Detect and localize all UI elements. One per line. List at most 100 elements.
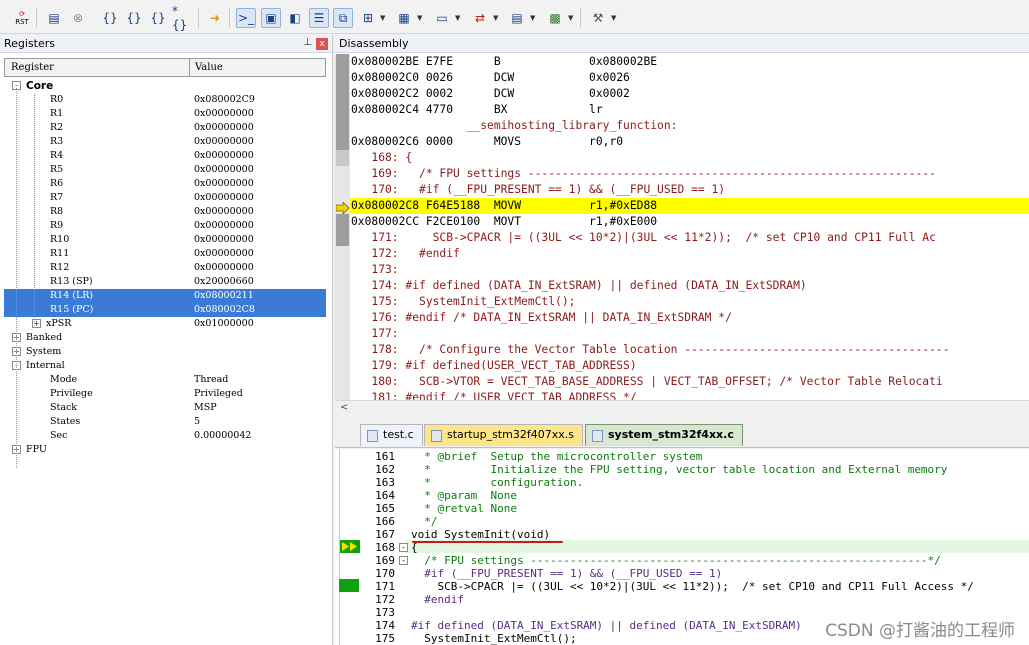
disassembly-source-line[interactable]: 174: #if defined (DATA_IN_ExtSRAM) || de… bbox=[351, 278, 1029, 294]
chevron-down-icon[interactable]: ▼ bbox=[568, 14, 573, 22]
register-value[interactable]: 0x00000000 bbox=[194, 248, 254, 259]
disassembly-instruction-line[interactable]: 0x080002C8 F64E5188 MOVW r1,#0xED88 bbox=[350, 198, 1029, 214]
memory-window-button[interactable]: ▦ bbox=[394, 8, 414, 28]
tree-group-core[interactable]: - Core bbox=[4, 79, 326, 93]
disassembly-instruction-line[interactable]: 0x080002CC F2CE0100 MOVT r1,#0xE000 bbox=[351, 214, 1029, 230]
code-line[interactable]: 166 */ bbox=[335, 515, 1029, 528]
register-value[interactable]: 5 bbox=[194, 416, 200, 427]
stop-button[interactable]: ⊗ bbox=[68, 8, 88, 28]
symbols-window-button[interactable]: ◧ bbox=[285, 8, 305, 28]
chevron-down-icon[interactable]: ▼ bbox=[493, 14, 498, 22]
code-line[interactable]: 161 * @brief Setup the microcontroller s… bbox=[335, 450, 1029, 463]
register-row[interactable]: R10 0x00000000 bbox=[4, 233, 326, 247]
register-value[interactable]: 0x08000211 bbox=[194, 290, 254, 301]
register-value[interactable]: 0x00000000 bbox=[194, 192, 254, 203]
disassembly-source-line[interactable]: 172: #endif bbox=[351, 246, 1029, 262]
disassembly-source-line[interactable]: 181: #endif /* USER_VECT_TAB_ADDRESS */ bbox=[351, 390, 1029, 400]
analysis-window-button[interactable]: ⇄ bbox=[470, 8, 490, 28]
disassembly-source-line[interactable]: 176: #endif /* DATA_IN_ExtSRAM || DATA_I… bbox=[351, 310, 1029, 326]
step-out-button[interactable]: {} bbox=[148, 8, 168, 28]
source-editor[interactable]: 161 * @brief Setup the microcontroller s… bbox=[335, 449, 1029, 645]
disassembly-instruction-line[interactable]: 0x080002C2 0002 DCW 0x0002 bbox=[351, 86, 1029, 102]
code-line[interactable]: 169- /* FPU settings -------------------… bbox=[335, 554, 1029, 567]
tab-test-c[interactable]: test.c bbox=[360, 424, 423, 446]
register-row[interactable]: R8 0x00000000 bbox=[4, 205, 326, 219]
call-stack-window-button[interactable]: ⧉ bbox=[333, 8, 353, 28]
registers-window-button[interactable]: ☰ bbox=[309, 8, 329, 28]
code-line[interactable]: 165 * @retval None bbox=[335, 502, 1029, 515]
command-window-button[interactable]: >_ bbox=[236, 8, 256, 28]
disassembly-source-line[interactable]: 173: bbox=[351, 262, 1029, 278]
register-row[interactable]: R2 0x00000000 bbox=[4, 121, 326, 135]
disassembly-source-line[interactable]: __semihosting_library_function: bbox=[351, 118, 1029, 134]
tab-system-stm32f4xx-c[interactable]: system_stm32f4xx.c bbox=[585, 424, 743, 446]
register-row[interactable]: States 5 bbox=[4, 415, 326, 429]
chevron-down-icon[interactable]: ▼ bbox=[417, 14, 422, 22]
chevron-down-icon[interactable]: ▼ bbox=[455, 14, 460, 22]
register-value[interactable]: 0x080002C9 bbox=[194, 94, 255, 105]
disassembly-source-line[interactable]: 177: bbox=[351, 326, 1029, 342]
register-row[interactable]: Mode Thread bbox=[4, 373, 326, 387]
register-value[interactable]: 0x00000000 bbox=[194, 136, 254, 147]
register-row[interactable]: R14 (LR) 0x08000211 bbox=[4, 289, 326, 303]
code-line[interactable]: 170 #if (__FPU_PRESENT == 1) && (__FPU_U… bbox=[335, 567, 1029, 580]
code-line[interactable]: 167 void SystemInit(void) bbox=[335, 528, 1029, 541]
disassembly-instruction-line[interactable]: 0x080002C0 0026 DCW 0x0026 bbox=[351, 70, 1029, 86]
serial-window-button[interactable]: ▭ bbox=[432, 8, 452, 28]
register-value[interactable]: Thread bbox=[194, 374, 228, 385]
disassembly-instruction-line[interactable]: 0x080002BE E7FE B 0x080002BE bbox=[351, 54, 1029, 70]
chevron-down-icon[interactable]: ▼ bbox=[380, 14, 385, 22]
register-row[interactable]: R0 0x080002C9 bbox=[4, 93, 326, 107]
run-button[interactable]: ▤ bbox=[44, 8, 64, 28]
pin-icon[interactable]: ⊥ bbox=[303, 37, 312, 48]
register-row[interactable]: R15 (PC) 0x080002C8 bbox=[4, 303, 326, 317]
disassembly-source-line[interactable]: 169: /* FPU settings -------------------… bbox=[351, 166, 1029, 182]
register-value[interactable]: 0x00000000 bbox=[194, 122, 254, 133]
register-row[interactable]: R5 0x00000000 bbox=[4, 163, 326, 177]
register-row[interactable]: R7 0x00000000 bbox=[4, 191, 326, 205]
step-into-button[interactable]: {} bbox=[100, 8, 120, 28]
horizontal-scrollbar[interactable]: < bbox=[335, 400, 1029, 417]
register-value[interactable]: 0.00000042 bbox=[194, 430, 251, 441]
register-row[interactable]: Privilege Privileged bbox=[4, 387, 326, 401]
register-row[interactable]: R9 0x00000000 bbox=[4, 219, 326, 233]
register-value[interactable]: 0x00000000 bbox=[194, 220, 254, 231]
register-value[interactable]: 0x00000000 bbox=[194, 108, 254, 119]
register-value[interactable]: 0x00000000 bbox=[194, 262, 254, 273]
disassembly-instruction-line[interactable]: 0x080002C6 0000 MOVS r0,r0 bbox=[351, 134, 1029, 150]
disassembly-source-line[interactable]: 171: SCB->CPACR |= ((3UL << 10*2)|(3UL <… bbox=[351, 230, 1029, 246]
register-row[interactable]: R3 0x00000000 bbox=[4, 135, 326, 149]
tree-group-system[interactable]: + System bbox=[4, 345, 326, 359]
chevron-down-icon[interactable]: ▼ bbox=[611, 14, 616, 22]
register-value[interactable]: 0x080002C8 bbox=[194, 304, 255, 315]
register-value[interactable]: 0x00000000 bbox=[194, 164, 254, 175]
disassembly-source-line[interactable]: 180: SCB->VTOR = VECT_TAB_BASE_ADDRESS |… bbox=[351, 374, 1029, 390]
fold-toggle-icon[interactable]: - bbox=[399, 556, 408, 565]
reset-button[interactable]: ⟳ RST bbox=[12, 8, 32, 28]
tree-group-fpu[interactable]: + FPU bbox=[4, 443, 326, 457]
system-viewer-button[interactable]: ▩ bbox=[545, 8, 565, 28]
trace-window-button[interactable]: ▤ bbox=[507, 8, 527, 28]
show-next-statement-button[interactable]: ➜ bbox=[205, 8, 225, 28]
disassembly-window-button[interactable]: ▣ bbox=[261, 8, 281, 28]
register-value[interactable]: 0x00000000 bbox=[194, 234, 254, 245]
disassembly-view[interactable]: 0x080002BE E7FE B 0x080002BE 0x080002C0 0… bbox=[335, 54, 1029, 400]
disassembly-instruction-line[interactable]: 0x080002C4 4770 BX lr bbox=[351, 102, 1029, 118]
tab-startup-stm32f407xx-s[interactable]: startup_stm32f407xx.s bbox=[424, 424, 583, 446]
run-to-cursor-button[interactable]: *{} bbox=[172, 4, 192, 32]
register-row[interactable]: Sec 0.00000042 bbox=[4, 429, 326, 443]
code-line[interactable]: 163 * configuration. bbox=[335, 476, 1029, 489]
column-divider[interactable] bbox=[189, 59, 190, 76]
register-row[interactable]: R12 0x00000000 bbox=[4, 261, 326, 275]
step-over-button[interactable]: {} bbox=[124, 8, 144, 28]
tree-group-banked[interactable]: + Banked bbox=[4, 331, 326, 345]
tree-group-internal[interactable]: - Internal bbox=[4, 359, 326, 373]
code-line[interactable]: 162 * Initialize the FPU setting, vector… bbox=[335, 463, 1029, 476]
close-icon[interactable]: x bbox=[316, 38, 328, 50]
disassembly-source-line[interactable]: 179: #if defined(USER_VECT_TAB_ADDRESS) bbox=[351, 358, 1029, 374]
column-register[interactable]: Register bbox=[11, 62, 54, 73]
toolbox-button[interactable]: ⚒ bbox=[588, 8, 608, 28]
watch-window-button[interactable]: ⊞ bbox=[358, 8, 378, 28]
register-value[interactable]: 0x00000000 bbox=[194, 150, 254, 161]
disassembly-source-line[interactable]: 175: SystemInit_ExtMemCtl(); bbox=[351, 294, 1029, 310]
